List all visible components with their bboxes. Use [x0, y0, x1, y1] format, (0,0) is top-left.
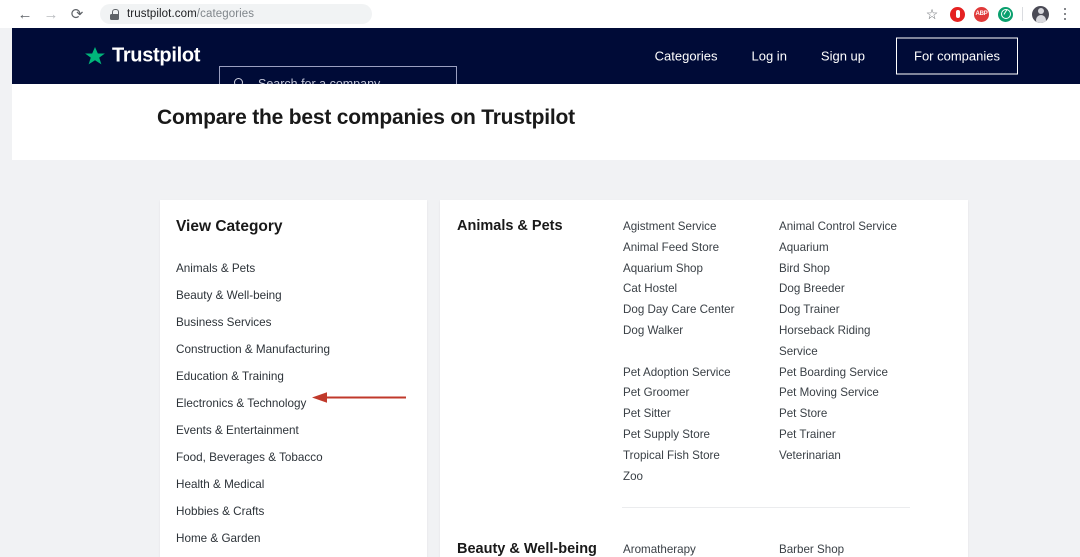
header-nav: Categories Log in Sign up For companies: [638, 37, 1080, 75]
subcategory-link[interactable]: Pet Moving Service: [779, 383, 935, 404]
sidebar-item-events-entertainment[interactable]: Events & Entertainment: [176, 417, 415, 444]
lock-icon: [110, 8, 119, 20]
subcategory-link[interactable]: Aquarium Shop: [623, 259, 779, 280]
page-title: Compare the best companies on Trustpilot: [157, 106, 575, 129]
subcategory-link[interactable]: Pet Groomer: [623, 383, 779, 404]
subcategory-link[interactable]: Pet Store: [779, 404, 935, 425]
url-domain: trustpilot.com: [127, 8, 197, 20]
trustpilot-star-icon: [85, 46, 105, 64]
annotation-arrow: [312, 392, 406, 403]
adblock-plus-icon[interactable]: ABP: [974, 6, 989, 22]
sidebar-item-beauty-wellbeing[interactable]: Beauty & Well-being: [176, 282, 415, 309]
category-list: Animals & Pets Beauty & Well-being Busin…: [176, 255, 415, 557]
url-path: /categories: [196, 8, 255, 20]
trustpilot-logo[interactable]: Trustpilot: [84, 45, 200, 68]
subcategory-column-2: Barber Shop Beauty Product Supplier: [779, 540, 935, 557]
logo-text: Trustpilot: [112, 44, 201, 67]
forward-arrow-icon[interactable]: →: [38, 1, 64, 27]
subcategory-link[interactable]: Bird Shop: [779, 259, 935, 280]
subcategory-link[interactable]: Zoo: [623, 467, 779, 488]
reload-icon[interactable]: ⟳: [64, 1, 90, 27]
subcategory-link[interactable]: Pet Adoption Service: [623, 363, 779, 384]
subcategory-link[interactable]: Aromatherapy Supply Store: [623, 540, 745, 557]
address-bar[interactable]: trustpilot.com/categories: [100, 4, 372, 24]
group-columns-animals-pets: Agistment Service Animal Feed Store Aqua…: [623, 217, 935, 487]
subcategory-link[interactable]: Pet Supply Store: [623, 425, 779, 446]
nav-link-signup[interactable]: Sign up: [804, 49, 882, 64]
for-companies-button[interactable]: For companies: [896, 37, 1018, 75]
nav-link-categories[interactable]: Categories: [638, 49, 735, 64]
subcategory-link[interactable]: Barber Shop: [779, 540, 935, 557]
green-check-extension-icon[interactable]: [998, 6, 1013, 22]
opera-extension-icon[interactable]: [950, 6, 965, 22]
subcategory-link[interactable]: Pet Sitter: [623, 404, 779, 425]
sidebar-item-home-garden[interactable]: Home & Garden: [176, 525, 415, 552]
nav-link-login[interactable]: Log in: [735, 49, 804, 64]
view-category-title: View Category: [176, 218, 283, 235]
subcategory-link[interactable]: Agistment Service: [623, 217, 779, 238]
browser-toolbar-right: ☆ ABP: [923, 5, 1080, 23]
subcategory-column-2: Animal Control Service Aquarium Bird Sho…: [779, 217, 935, 487]
subcategory-column-1: Agistment Service Animal Feed Store Aqua…: [623, 217, 779, 487]
subcategory-link[interactable]: Aquarium: [779, 238, 935, 259]
toolbar-divider: [1022, 7, 1023, 21]
hero-band: Compare the best companies on Trustpilot: [12, 84, 1080, 160]
sidebar-item-home-services[interactable]: Home Services: [176, 552, 415, 557]
site-header: Trustpilot Search for a company... Categ…: [12, 28, 1080, 102]
group-title-beauty-wellbeing: Beauty & Well-being: [457, 541, 597, 557]
subcategory-link[interactable]: Cat Hostel: [623, 279, 779, 300]
group-columns-beauty-wellbeing: Aromatherapy Supply Store Barber Supply …: [623, 540, 935, 557]
star-icon[interactable]: ☆: [923, 5, 941, 23]
sidebar-item-business-services[interactable]: Business Services: [176, 309, 415, 336]
subcategory-link[interactable]: Dog Walker: [623, 321, 779, 342]
browser-toolbar: ← → ⟳ trustpilot.com/categories ☆ ABP: [0, 0, 1080, 28]
subcategory-link[interactable]: Pet Boarding Service: [779, 363, 935, 384]
subcategory-link[interactable]: Dog Trainer: [779, 300, 935, 321]
address-bar-url: trustpilot.com/categories: [127, 8, 254, 20]
subcategory-link[interactable]: Dog Day Care Center: [623, 300, 779, 321]
back-arrow-icon[interactable]: ←: [12, 1, 38, 27]
sidebar-item-health-medical[interactable]: Health & Medical: [176, 471, 415, 498]
view-category-card: View Category Animals & Pets Beauty & We…: [160, 200, 427, 557]
page-viewport: Trustpilot Search for a company... Categ…: [0, 28, 1080, 557]
browser-nav-buttons: ← → ⟳: [0, 1, 90, 27]
group-title-animals-pets: Animals & Pets: [457, 218, 563, 234]
sidebar-item-food-beverages-tobacco[interactable]: Food, Beverages & Tobacco: [176, 444, 415, 471]
avatar-icon[interactable]: [1032, 5, 1049, 23]
subcategory-link[interactable]: Tropical Fish Store: [623, 446, 779, 467]
subcategory-link[interactable]: Animal Feed Store: [623, 238, 779, 259]
subcategory-link[interactable]: Veterinarian: [779, 446, 935, 467]
subcategories-card: Animals & Pets Agistment Service Animal …: [440, 200, 968, 557]
group-divider: [622, 507, 910, 508]
subcategory-link[interactable]: Pet Trainer: [779, 425, 935, 446]
sidebar-item-animals-pets[interactable]: Animals & Pets: [176, 255, 415, 282]
sidebar-item-construction-manufacturing[interactable]: Construction & Manufacturing: [176, 336, 415, 363]
sidebar-item-hobbies-crafts[interactable]: Hobbies & Crafts: [176, 498, 415, 525]
sidebar-item-education-training[interactable]: Education & Training: [176, 363, 415, 390]
subcategory-link[interactable]: Horseback Riding Service: [779, 321, 899, 363]
subcategory-link[interactable]: Animal Control Service: [779, 217, 935, 238]
subcategory-link[interactable]: Dog Breeder: [779, 279, 935, 300]
kebab-menu-icon[interactable]: [1058, 5, 1072, 23]
subcategory-column-1: Aromatherapy Supply Store Barber Supply …: [623, 540, 779, 557]
